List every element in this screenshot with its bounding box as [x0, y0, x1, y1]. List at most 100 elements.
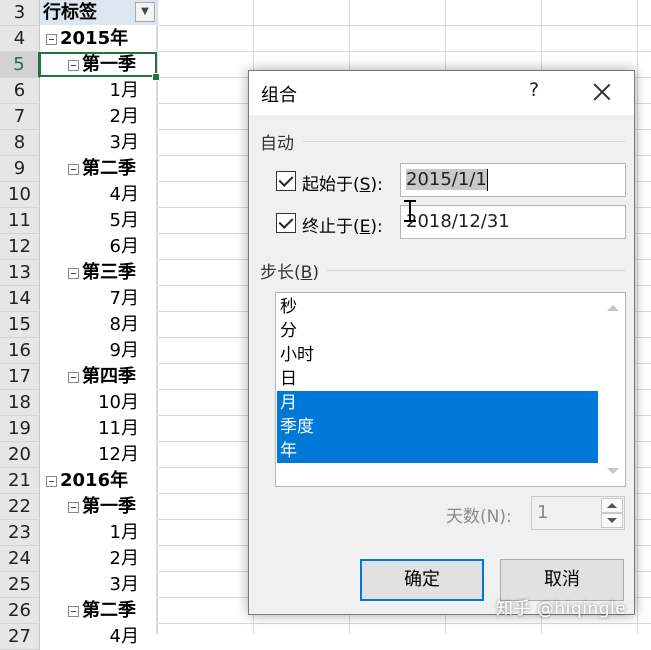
step-list-item[interactable]: 月: [277, 391, 598, 415]
pivot-cell[interactable]: 11月: [40, 416, 157, 442]
list-scrollbar[interactable]: [599, 293, 625, 486]
row-number[interactable]: 26: [0, 598, 40, 624]
row-number[interactable]: 22: [0, 494, 40, 520]
step-section-divider: [327, 270, 625, 271]
row-number[interactable]: 7: [0, 104, 40, 130]
pivot-cell[interactable]: 第二季: [40, 156, 157, 182]
collapse-icon[interactable]: [46, 33, 57, 45]
collapse-icon[interactable]: [68, 371, 79, 383]
start-value: 2015/1/1: [406, 169, 487, 190]
row-number[interactable]: 11: [0, 208, 40, 234]
close-icon[interactable]: [587, 77, 617, 107]
sheet-row: 4 2015年: [0, 26, 651, 52]
pivot-cell[interactable]: 4月: [40, 182, 157, 208]
end-label: 终止于(E):: [302, 217, 383, 237]
collapse-icon[interactable]: [68, 163, 79, 175]
cell-text: 第一季: [82, 496, 136, 517]
days-label: 天数(N):: [446, 507, 512, 527]
start-label: 起始于(S):: [302, 175, 383, 195]
row-number[interactable]: 15: [0, 312, 40, 338]
collapse-icon[interactable]: [68, 605, 79, 617]
row-number[interactable]: 13: [0, 260, 40, 286]
pivot-cell[interactable]: 12月: [40, 442, 157, 468]
row-number[interactable]: 17: [0, 364, 40, 390]
cell-text: 第四季: [82, 366, 136, 387]
scroll-down-icon[interactable]: [607, 468, 619, 474]
pivot-cell[interactable]: 4月: [40, 624, 157, 650]
row-number[interactable]: 3: [0, 0, 40, 26]
pivot-cell[interactable]: 5月: [40, 208, 157, 234]
pivot-cell[interactable]: 第三季: [40, 260, 157, 286]
dialog-title: 组合: [261, 85, 297, 106]
cell-text: 2015年: [60, 28, 129, 49]
cell-text: 第二季: [82, 600, 136, 621]
row-number[interactable]: 25: [0, 572, 40, 598]
pivot-cell[interactable]: 3月: [40, 572, 157, 598]
ibeam-cursor-icon: [404, 200, 416, 222]
step-list-item[interactable]: 小时: [277, 343, 598, 367]
days-stepper[interactable]: 1: [531, 496, 625, 530]
auto-section-divider: [303, 141, 625, 142]
pivot-cell[interactable]: 2015年: [40, 26, 157, 52]
step-listbox[interactable]: 秒分小时日月季度年: [275, 292, 626, 487]
pivot-cell[interactable]: 8月: [40, 312, 157, 338]
stepper-down-icon[interactable]: [601, 513, 623, 528]
pivot-cell[interactable]: 第一季: [40, 52, 157, 78]
row-number[interactable]: 27: [0, 624, 40, 650]
pivot-cell[interactable]: 2016年: [40, 468, 157, 494]
row-number[interactable]: 16: [0, 338, 40, 364]
pivot-cell[interactable]: 2月: [40, 546, 157, 572]
pivot-cell[interactable]: 1月: [40, 78, 157, 104]
row-number[interactable]: 23: [0, 520, 40, 546]
step-list-item[interactable]: 季度: [277, 415, 598, 439]
row-number[interactable]: 20: [0, 442, 40, 468]
step-list-item[interactable]: 秒: [277, 295, 598, 319]
row-number[interactable]: 18: [0, 390, 40, 416]
row-number[interactable]: 21: [0, 468, 40, 494]
collapse-icon[interactable]: [68, 267, 79, 279]
cell-text: 5月: [109, 210, 139, 231]
row-number[interactable]: 9: [0, 156, 40, 182]
cell-text: 12月: [98, 444, 139, 465]
start-checkbox[interactable]: [276, 171, 296, 191]
end-checkbox[interactable]: [276, 213, 296, 233]
row-number[interactable]: 4: [0, 26, 40, 52]
pivot-cell[interactable]: 2月: [40, 104, 157, 130]
pivot-cell[interactable]: 1月: [40, 520, 157, 546]
cell-text: 4月: [109, 626, 139, 647]
pivot-cell[interactable]: 第一季: [40, 494, 157, 520]
cell-text: 9月: [109, 340, 139, 361]
fill-handle[interactable]: [152, 73, 160, 81]
start-input[interactable]: 2015/1/1: [400, 163, 626, 197]
ok-button[interactable]: 确定: [360, 559, 484, 601]
pivot-cell[interactable]: 9月: [40, 338, 157, 364]
end-input[interactable]: 2018/12/31: [400, 205, 626, 239]
collapse-icon[interactable]: [46, 475, 57, 487]
pivot-header-cell[interactable]: 行标签 ▼: [40, 0, 157, 26]
collapse-icon[interactable]: [68, 501, 79, 513]
row-number[interactable]: 14: [0, 286, 40, 312]
collapse-icon[interactable]: [68, 59, 79, 71]
step-list-item[interactable]: 年: [277, 439, 598, 463]
row-number[interactable]: 5: [0, 52, 40, 78]
dialog-titlebar[interactable]: 组合 ?: [249, 71, 634, 115]
pivot-cell[interactable]: 第四季: [40, 364, 157, 390]
cell-text: 第三季: [82, 262, 136, 283]
filter-dropdown-icon[interactable]: ▼: [135, 2, 155, 22]
row-number[interactable]: 8: [0, 130, 40, 156]
row-number[interactable]: 19: [0, 416, 40, 442]
pivot-cell[interactable]: 3月: [40, 130, 157, 156]
row-number[interactable]: 24: [0, 546, 40, 572]
pivot-cell[interactable]: 10月: [40, 390, 157, 416]
help-button[interactable]: ?: [522, 79, 546, 105]
row-number[interactable]: 12: [0, 234, 40, 260]
scroll-up-icon[interactable]: [607, 305, 619, 311]
row-number[interactable]: 6: [0, 78, 40, 104]
pivot-cell[interactable]: 7月: [40, 286, 157, 312]
stepper-up-icon[interactable]: [601, 498, 623, 513]
pivot-cell[interactable]: 第二季: [40, 598, 157, 624]
pivot-cell[interactable]: 6月: [40, 234, 157, 260]
row-number[interactable]: 10: [0, 182, 40, 208]
step-list-item[interactable]: 日: [277, 367, 598, 391]
step-list-item[interactable]: 分: [277, 319, 598, 343]
